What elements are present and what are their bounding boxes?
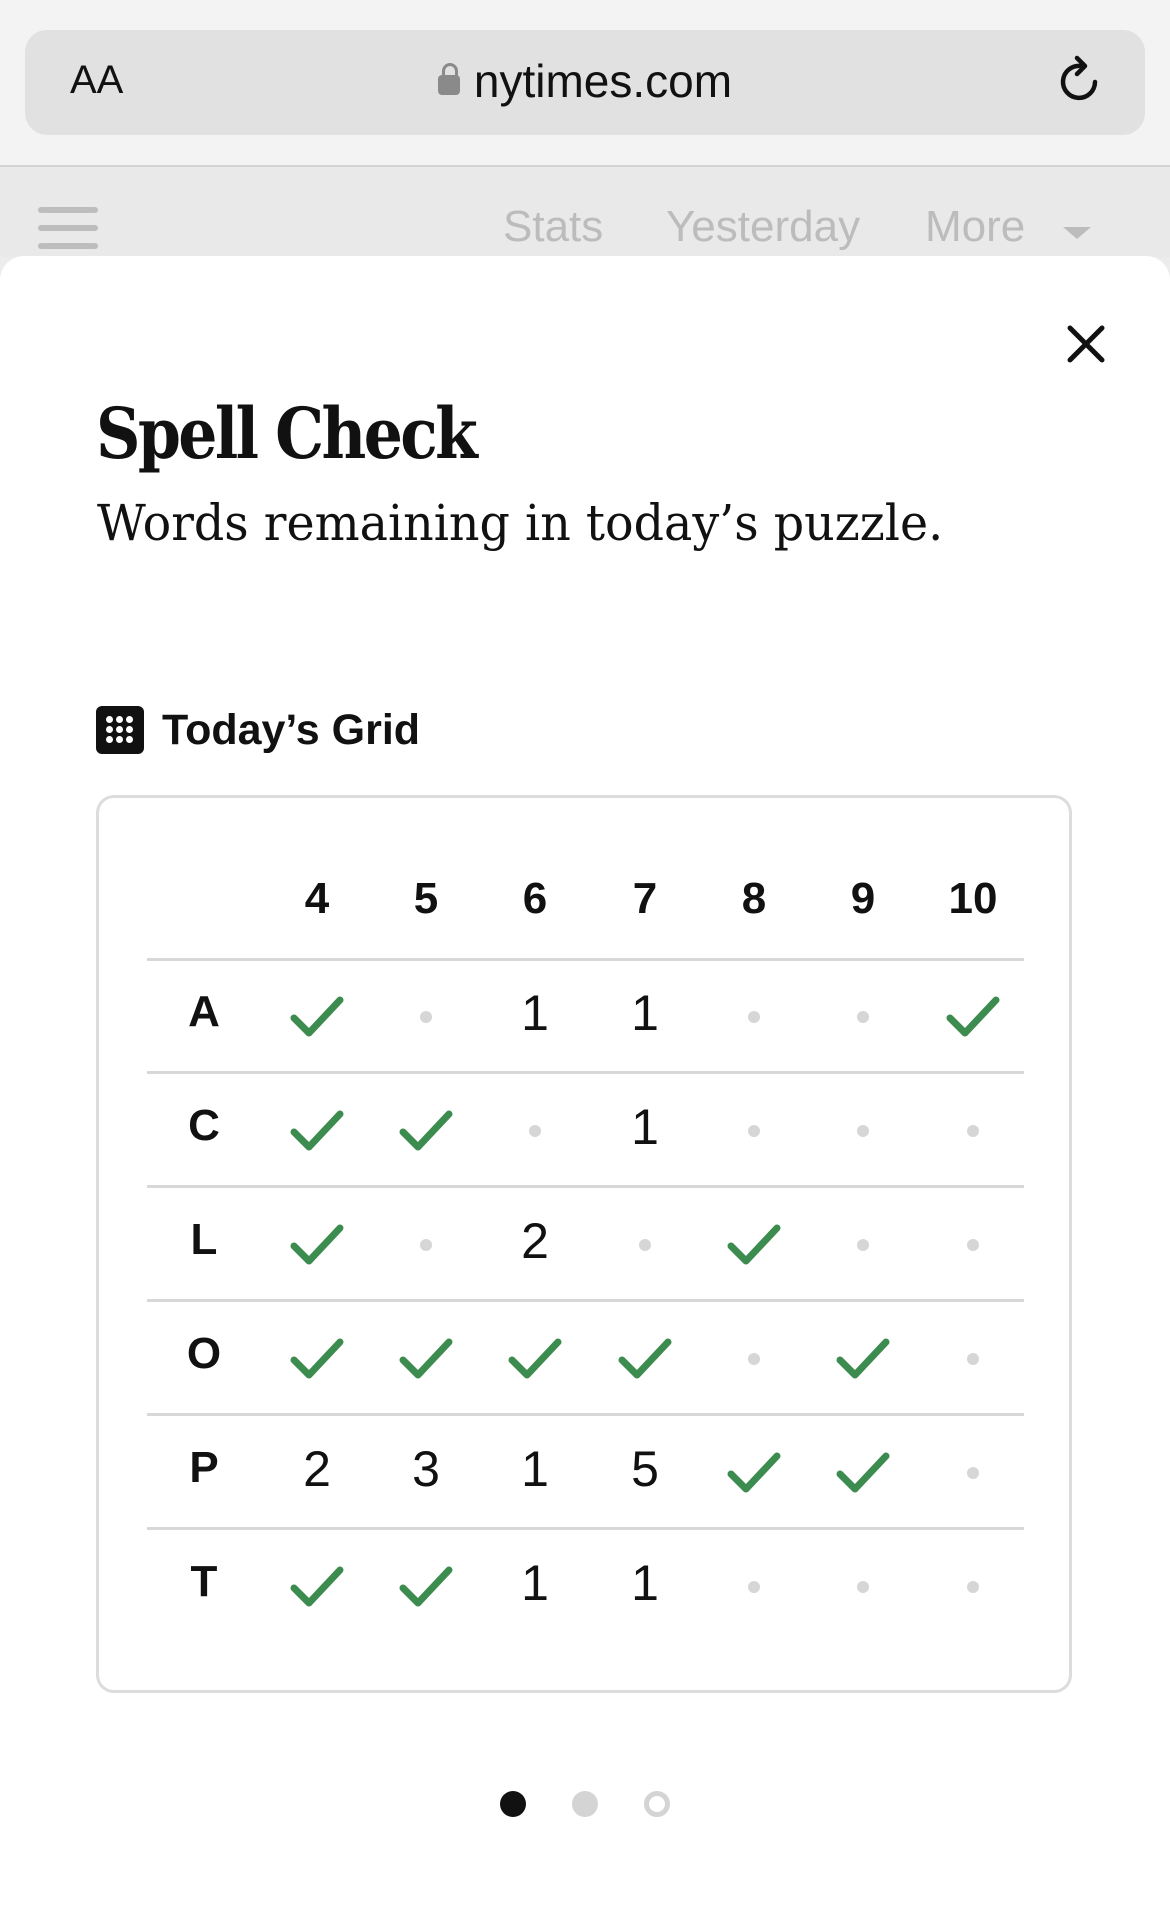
pager-dot-active[interactable] bbox=[500, 1791, 526, 1817]
modal-subtitle: Words remaining in today’s puzzle. bbox=[97, 494, 944, 552]
pager-dot[interactable] bbox=[572, 1791, 598, 1817]
hamburger-icon[interactable] bbox=[38, 207, 98, 261]
empty-dot bbox=[928, 1320, 1018, 1390]
modal-title: Spell Check bbox=[96, 392, 478, 475]
grid-heading-label: Today’s Grid bbox=[162, 706, 421, 754]
empty-dot bbox=[490, 1092, 580, 1162]
remaining-count: 2 bbox=[303, 1441, 331, 1497]
pager-dot[interactable] bbox=[644, 1791, 670, 1817]
column-header-10: 10 bbox=[948, 874, 998, 923]
row-divider bbox=[147, 1071, 1024, 1074]
url-display[interactable]: nytimes.com bbox=[25, 54, 1145, 108]
row-letter-A: A bbox=[188, 987, 220, 1036]
checkmark-icon bbox=[381, 1092, 471, 1162]
row-divider bbox=[147, 1413, 1024, 1416]
nav-stats[interactable]: Stats bbox=[503, 202, 603, 252]
empty-dot bbox=[928, 1092, 1018, 1162]
checkmark-icon bbox=[272, 1548, 362, 1618]
nav-more[interactable]: More bbox=[925, 202, 1025, 252]
caret-down-icon bbox=[1063, 227, 1091, 239]
empty-dot bbox=[381, 1206, 471, 1276]
checkmark-icon bbox=[272, 1320, 362, 1390]
remaining-count: 2 bbox=[521, 1213, 549, 1269]
column-header-6: 6 bbox=[522, 874, 548, 923]
checkmark-icon bbox=[272, 1092, 362, 1162]
checkmark-icon bbox=[381, 1320, 471, 1390]
empty-dot bbox=[818, 1206, 908, 1276]
empty-dot bbox=[818, 1548, 908, 1618]
checkmark-icon bbox=[600, 1320, 690, 1390]
column-header-5: 5 bbox=[413, 874, 439, 923]
close-icon[interactable] bbox=[1062, 320, 1110, 368]
row-letter-L: L bbox=[190, 1215, 218, 1264]
row-divider bbox=[147, 958, 1024, 961]
row-letter-C: C bbox=[188, 1101, 220, 1150]
url-text: nytimes.com bbox=[473, 55, 733, 107]
checkmark-icon bbox=[709, 1206, 799, 1276]
empty-dot bbox=[709, 1092, 799, 1162]
column-header-8: 8 bbox=[741, 874, 767, 923]
empty-dot bbox=[709, 1320, 799, 1390]
column-header-7: 7 bbox=[632, 874, 658, 923]
row-letter-O: O bbox=[186, 1329, 222, 1378]
checkmark-icon bbox=[272, 978, 362, 1048]
word-grid: 4 5 6 7 8 9 10 A 1 1 C 1 L 2 O P 2 3 1 5 T 1 1 bbox=[96, 795, 1072, 1693]
nav-yesterday[interactable]: Yesterday bbox=[666, 202, 860, 252]
empty-dot bbox=[381, 978, 471, 1048]
page-nav: Stats Yesterday More bbox=[0, 167, 1170, 257]
remaining-count: 1 bbox=[521, 1555, 549, 1611]
remaining-count: 1 bbox=[631, 985, 659, 1041]
remaining-count: 5 bbox=[631, 1441, 659, 1497]
empty-dot bbox=[928, 1434, 1018, 1504]
reload-icon[interactable] bbox=[1051, 54, 1107, 110]
column-header-9: 9 bbox=[850, 874, 876, 923]
browser-toolbar: AA nytimes.com bbox=[0, 0, 1170, 167]
row-letter-T: T bbox=[190, 1557, 218, 1606]
row-divider bbox=[147, 1527, 1024, 1530]
grid-icon bbox=[96, 706, 144, 754]
row-divider bbox=[147, 1299, 1024, 1302]
empty-dot bbox=[818, 978, 908, 1048]
row-divider bbox=[147, 1185, 1024, 1188]
empty-dot bbox=[818, 1092, 908, 1162]
checkmark-icon bbox=[490, 1320, 580, 1390]
empty-dot bbox=[709, 978, 799, 1048]
lock-icon bbox=[437, 62, 460, 95]
address-bar[interactable]: AA nytimes.com bbox=[25, 30, 1145, 135]
empty-dot bbox=[600, 1206, 690, 1276]
checkmark-icon bbox=[709, 1434, 799, 1504]
empty-dot bbox=[928, 1548, 1018, 1618]
checkmark-icon bbox=[381, 1548, 471, 1618]
remaining-count: 1 bbox=[521, 1441, 549, 1497]
checkmark-icon bbox=[928, 978, 1018, 1048]
column-header-4: 4 bbox=[304, 874, 330, 923]
spell-check-modal: Spell Check Words remaining in today’s p… bbox=[0, 256, 1170, 1919]
checkmark-icon bbox=[272, 1206, 362, 1276]
row-letter-P: P bbox=[189, 1443, 219, 1492]
empty-dot bbox=[709, 1548, 799, 1618]
remaining-count: 1 bbox=[631, 1555, 659, 1611]
checkmark-icon bbox=[818, 1320, 908, 1390]
remaining-count: 1 bbox=[521, 985, 549, 1041]
remaining-count: 1 bbox=[631, 1099, 659, 1155]
checkmark-icon bbox=[818, 1434, 908, 1504]
empty-dot bbox=[928, 1206, 1018, 1276]
remaining-count: 3 bbox=[412, 1441, 440, 1497]
